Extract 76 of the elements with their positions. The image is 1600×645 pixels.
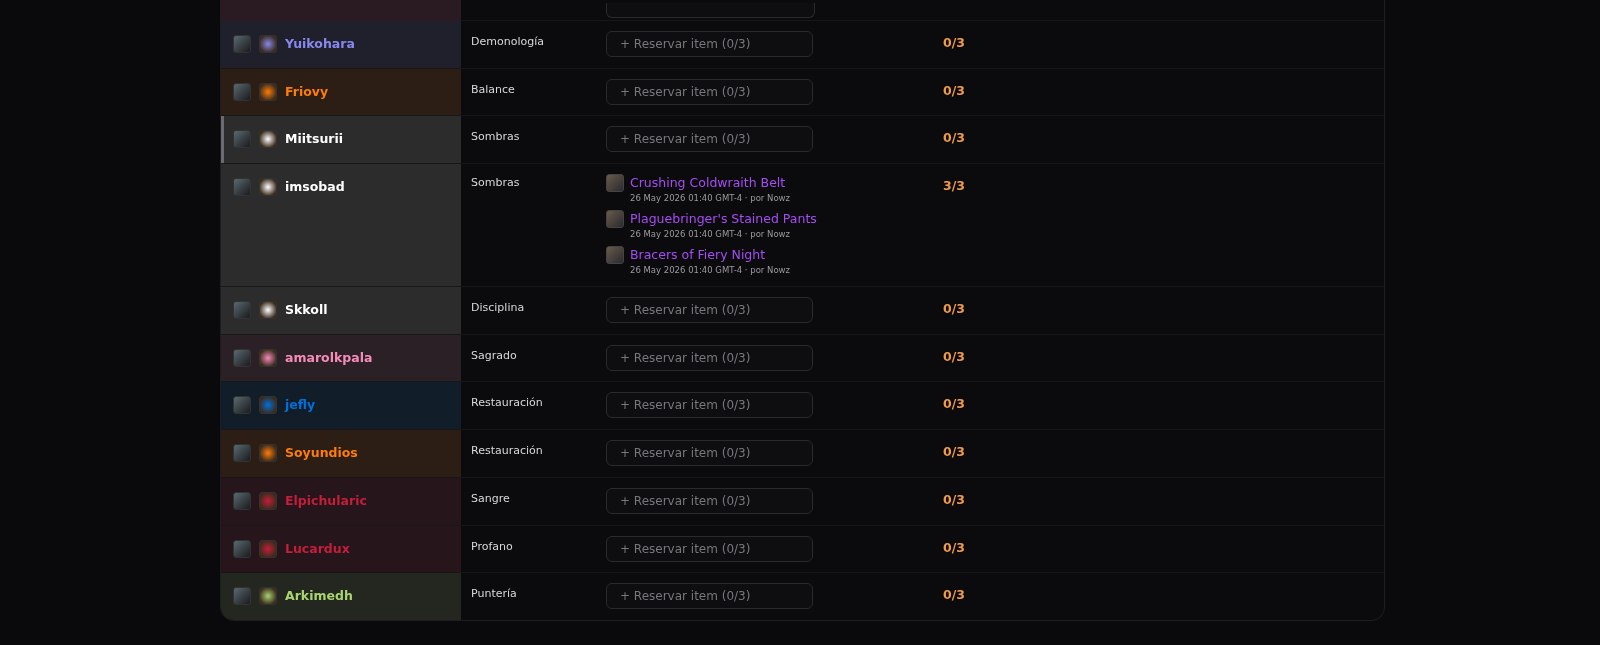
spec-label: Sangre xyxy=(470,490,511,507)
item-link[interactable]: Plaguebringer's Stained Pants xyxy=(630,210,935,229)
spec-icon xyxy=(259,35,277,53)
spec-label: Restauración xyxy=(470,443,544,460)
player-name: jefly xyxy=(285,396,316,414)
spec-label: Balance xyxy=(470,81,516,98)
spec-icon xyxy=(259,348,277,367)
reservation-count: 3/3 xyxy=(942,177,966,196)
item-meta: 26 May 2026 01:40 GMT-4 · por Nowz xyxy=(630,228,791,241)
item-meta: 26 May 2026 01:40 GMT-4 · por Nowz xyxy=(630,192,791,205)
player-name: Miitsurii xyxy=(285,130,344,148)
spec-icon xyxy=(259,396,277,415)
class-icon xyxy=(233,130,251,149)
spec-icon xyxy=(259,444,277,463)
reserve-button[interactable]: + Reservar item (0/3) xyxy=(606,126,813,153)
spec-label: Disciplina xyxy=(470,300,526,317)
class-icon xyxy=(233,491,251,510)
class-icon xyxy=(233,301,251,320)
item-icon xyxy=(606,174,624,193)
item-meta: 26 May 2026 01:40 GMT-4 · por Nowz xyxy=(630,264,791,277)
item-icon xyxy=(606,210,624,229)
reserve-button[interactable]: + Reservar item (0/3) xyxy=(606,535,813,562)
class-icon xyxy=(233,82,251,101)
item-icon xyxy=(606,246,624,265)
reservation-count: 0/3 xyxy=(942,395,966,414)
reserve-button[interactable]: + Reservar item (0/3) xyxy=(606,583,813,610)
class-icon xyxy=(233,35,251,53)
selection-bar xyxy=(221,116,224,164)
reservation-count: 0/3 xyxy=(942,129,966,148)
spec-label: Puntería xyxy=(470,586,518,603)
class-icon xyxy=(233,539,251,558)
reservation-count: 0/3 xyxy=(942,34,966,52)
spec-label: Sombras xyxy=(470,129,521,146)
reservation-count: 0/3 xyxy=(942,300,966,319)
player-name: amarolkpala xyxy=(285,348,373,366)
player-name: Friovy xyxy=(285,82,329,100)
reserve-button[interactable]: + Reservar item (0/3) xyxy=(606,297,813,324)
spec-label: Profano xyxy=(470,538,514,555)
reservation-count: 0/3 xyxy=(942,347,966,366)
class-icon xyxy=(233,587,251,606)
class-icon xyxy=(233,444,251,463)
reserve-button[interactable]: + Reservar item (0/3) xyxy=(606,487,813,514)
reserve-button[interactable] xyxy=(606,3,815,18)
spec-icon xyxy=(259,82,277,101)
spec-label: Restauración xyxy=(470,395,544,412)
reserve-button[interactable]: + Reservar item (0/3) xyxy=(606,392,813,419)
player-name: Skkoll xyxy=(285,301,328,319)
item-link[interactable]: Crushing Coldwraith Belt xyxy=(630,174,935,193)
player-name: Yuikohara xyxy=(285,35,355,52)
class-icon xyxy=(233,396,251,415)
spec-icon xyxy=(259,539,277,558)
spec-label: Sombras xyxy=(470,175,521,192)
spec-icon xyxy=(259,178,277,197)
spec-label: Demonología xyxy=(470,34,545,50)
reserve-button[interactable]: + Reservar item (0/3) xyxy=(606,31,813,57)
player-name: Soyundios xyxy=(285,444,358,462)
player-name: Lucardux xyxy=(285,539,350,557)
reserve-button[interactable]: + Reservar item (0/3) xyxy=(606,78,813,105)
class-icon xyxy=(233,178,251,197)
spec-label: Sagrado xyxy=(470,347,518,364)
reservation-count: 0/3 xyxy=(942,586,966,605)
item-link[interactable]: Bracers of Fiery Night xyxy=(630,246,935,265)
spec-icon xyxy=(259,587,277,606)
reserve-button[interactable]: + Reservar item (0/3) xyxy=(606,440,813,467)
reserve-button[interactable]: + Reservar item (0/3) xyxy=(606,344,813,371)
spec-icon xyxy=(259,491,277,510)
reservation-count: 0/3 xyxy=(942,490,966,509)
reservation-count: 0/3 xyxy=(942,81,966,100)
player-name: Elpichularic xyxy=(285,491,367,509)
spec-icon xyxy=(259,130,277,149)
player-name: Arkimedh xyxy=(285,587,353,605)
spec-icon xyxy=(259,301,277,320)
class-icon xyxy=(233,348,251,367)
reservation-count: 0/3 xyxy=(942,443,966,462)
player-name: imsobad xyxy=(285,178,345,196)
reservation-count: 0/3 xyxy=(942,538,966,557)
